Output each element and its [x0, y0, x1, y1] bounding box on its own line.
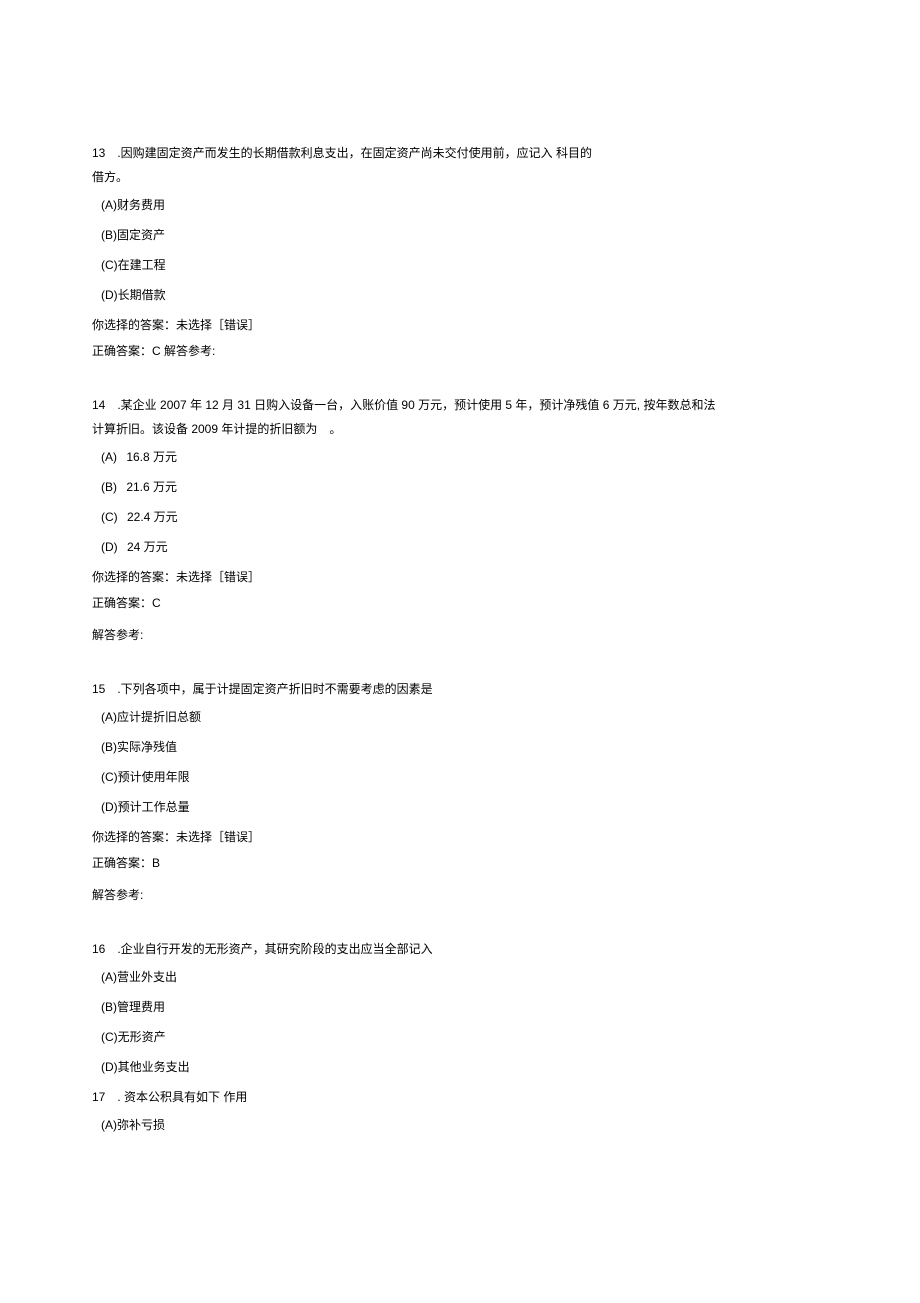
q17-option-a: (A)弥补亏损 [92, 1116, 828, 1134]
spacer [92, 912, 828, 940]
q13-option-d: (D)长期借款 [92, 286, 828, 304]
q15-option-d: (D)预计工作总量 [92, 798, 828, 816]
q14-explain: 解答参考: [92, 626, 828, 644]
q16-option-d: (D)其他业务支出 [92, 1058, 828, 1076]
q13-stem-line1: 13 .因购建固定资产而发生的长期借款利息支出，在固定资产尚未交付使用前，应记入… [92, 144, 828, 162]
q16-option-b: (B)管理费用 [92, 998, 828, 1016]
document-page: 13 .因购建固定资产而发生的长期借款利息支出，在固定资产尚未交付使用前，应记入… [0, 0, 920, 1206]
q14-option-d: (D) 24 万元 [92, 538, 828, 556]
q16-option-c: (C)无形资产 [92, 1028, 828, 1046]
q14-stem-line2: 计算折旧。该设备 2009 年计提的折旧额为 。 [92, 420, 828, 438]
q13-correct-answer: 正确答案：C 解答参考: [92, 342, 828, 360]
q14-option-c: (C) 22.4 万元 [92, 508, 828, 526]
q15-explain: 解答参考: [92, 886, 828, 904]
q15-option-b: (B)实际净残值 [92, 738, 828, 756]
q15-stem-line1: 15 .下列各项中，属于计提固定资产折旧时不需要考虑的因素是 [92, 680, 828, 698]
q14-selected-answer: 你选择的答案：未选择［错误］ [92, 568, 828, 586]
q16-stem-line1: 16 .企业自行开发的无形资产，其研究阶段的支出应当全部记入 [92, 940, 828, 958]
q14-option-a: (A) 16.8 万元 [92, 448, 828, 466]
q13-selected-answer: 你选择的答案：未选择［错误］ [92, 316, 828, 334]
q14-correct-answer: 正确答案：C [92, 594, 828, 612]
q15-correct-answer: 正确答案：B [92, 854, 828, 872]
q15-selected-answer: 你选择的答案：未选择［错误］ [92, 828, 828, 846]
q13-option-c: (C)在建工程 [92, 256, 828, 274]
q13-option-b: (B)固定资产 [92, 226, 828, 244]
q13-stem-line2: 借方。 [92, 168, 828, 186]
spacer [92, 652, 828, 680]
q14-option-b: (B) 21.6 万元 [92, 478, 828, 496]
q14-stem-line1: 14 .某企业 2007 年 12 月 31 日购入设备一台，入账价值 90 万… [92, 396, 828, 414]
spacer [92, 368, 828, 396]
q15-option-c: (C)预计使用年限 [92, 768, 828, 786]
q16-option-a: (A)营业外支出 [92, 968, 828, 986]
q13-option-a: (A)财务费用 [92, 196, 828, 214]
q15-option-a: (A)应计提折旧总额 [92, 708, 828, 726]
q17-stem-line1: 17 . 资本公积具有如下 作用 [92, 1088, 828, 1106]
